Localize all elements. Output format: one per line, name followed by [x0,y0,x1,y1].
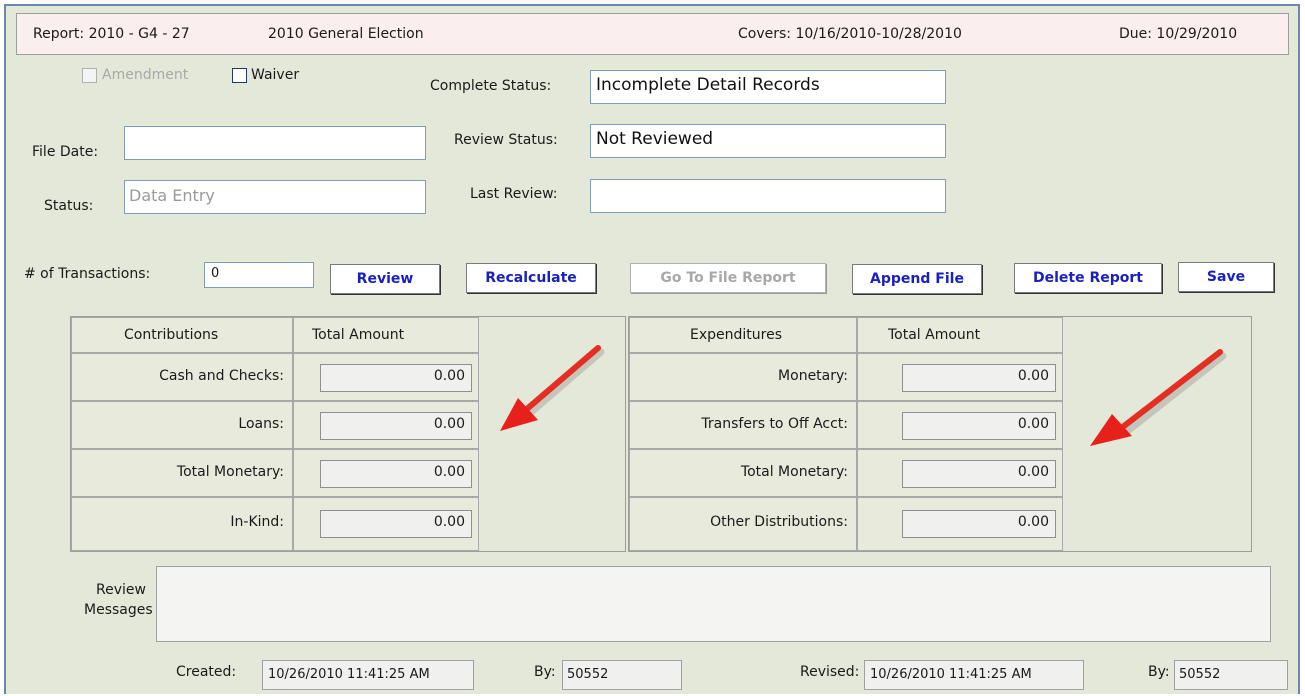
review-messages-label-line2: Messages [84,602,153,618]
revised-field[interactable]: 10/26/2010 11:41:25 AM [864,660,1084,690]
red-arrow-icon [1090,349,1227,446]
created-label: Created: [176,664,237,680]
red-arrow-icon [500,345,605,431]
created-by-field[interactable]: 50552 [562,660,682,690]
review-messages-label-line1: Review [96,582,146,598]
report-window: Report: 2010 - G4 - 27 2010 General Elec… [4,4,1300,694]
created-by-label: By: [534,664,556,680]
revised-label: Revised: [800,664,860,680]
created-field[interactable]: 10/26/2010 11:41:25 AM [262,660,474,690]
revised-by-label: By: [1148,664,1170,680]
review-messages-box[interactable] [156,566,1271,642]
revised-by-field[interactable]: 50552 [1174,660,1288,690]
